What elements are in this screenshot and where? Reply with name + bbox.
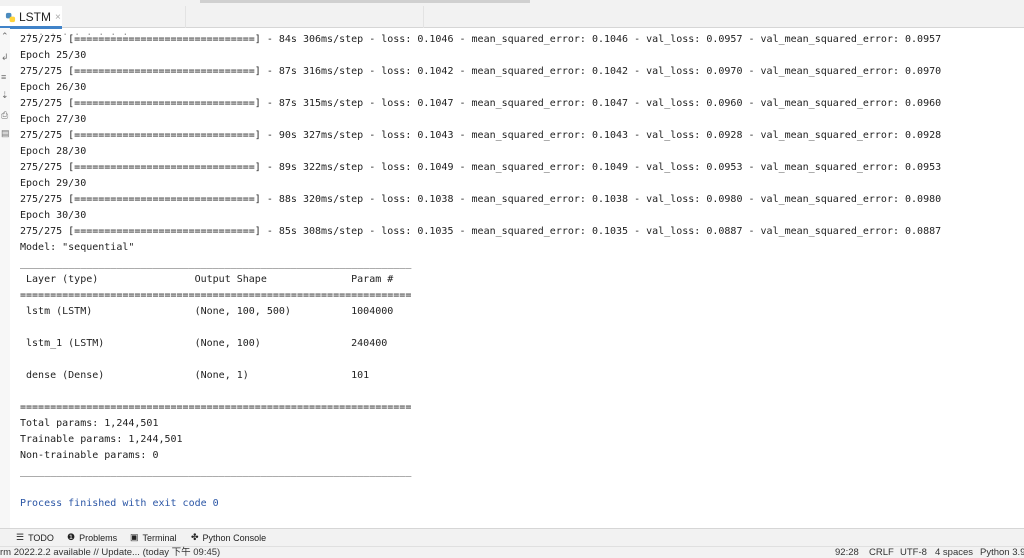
delete-icon[interactable]: ▤ (1, 128, 10, 138)
console-line: ________________________________________… (20, 466, 412, 477)
console-line: Epoch 25/30 (20, 50, 87, 61)
line-ending[interactable]: CRLF (869, 547, 894, 558)
python-icon (5, 12, 16, 22)
console-line: 275/275 [==============================]… (20, 130, 942, 141)
info-icon: ❶ (67, 532, 76, 542)
console-line: 275/275 [==============================]… (20, 162, 942, 173)
console-line: 275/275 [==============================]… (20, 98, 942, 109)
caret-position[interactable]: 92:28 (835, 547, 859, 558)
tool-todo-label: TODO (28, 532, 54, 543)
exit-code-line: Process finished with exit code 0 (20, 498, 219, 509)
console-line: Non-trainable params: 0 (20, 450, 159, 461)
indent-setting[interactable]: 4 spaces (935, 547, 973, 558)
bottom-tool-window-bar: ☰ TODO ❶ Problems ▣ Terminal ✤ Python Co… (0, 528, 1024, 546)
console-line: Total params: 1,244,501 (20, 418, 159, 429)
file-encoding[interactable]: UTF-8 (900, 547, 927, 558)
list-icon: ☰ (16, 532, 25, 542)
scroll-up-icon[interactable]: ⌃ (1, 31, 9, 41)
tab-divider (185, 6, 186, 28)
tab-divider (423, 6, 424, 28)
console-line: Trainable params: 1,244,501 (20, 434, 183, 445)
console-line: ________________________________________… (20, 258, 412, 269)
console-line: Epoch 29/30 (20, 178, 87, 189)
tool-terminal-label: Terminal (142, 532, 177, 543)
python-interpreter[interactable]: Python 3.9 (980, 547, 1024, 558)
run-console-output: . . . . . . . . . 275/275 [=============… (20, 28, 1024, 528)
top-scroll-indicator (200, 0, 530, 3)
tool-python-console[interactable]: ✤ Python Console (191, 532, 266, 543)
console-line: 275/275 [==============================]… (20, 194, 942, 205)
print-icon[interactable]: ⎙ (1, 110, 8, 120)
console-line: ========================================… (20, 402, 412, 413)
console-line: 275/275 [==============================]… (20, 66, 942, 77)
status-bar: rm 2022.2.2 available // Update... (toda… (0, 546, 1024, 558)
tab-label: LSTM (19, 10, 52, 24)
console-line: lstm (LSTM) (None, 100, 500) 1004000 (20, 306, 412, 317)
tool-python-console-label: Python Console (202, 532, 267, 543)
console-line: 275/275 [==============================]… (20, 226, 942, 237)
tool-problems[interactable]: ❶ Problems (67, 532, 117, 543)
console-line: dense (Dense) (None, 1) 101 (20, 370, 412, 381)
tool-problems-label: Problems (79, 532, 118, 543)
python-console-icon: ✤ (191, 532, 199, 542)
soft-wrap-icon[interactable]: ≡ (1, 72, 8, 82)
console-line: Layer (type) Output Shape Param # (20, 274, 412, 285)
console-line: Epoch 26/30 (20, 82, 87, 93)
tool-todo[interactable]: ☰ TODO (16, 532, 54, 543)
wrap-icon[interactable]: ↲ (1, 52, 9, 62)
console-line: 275/275 [==============================]… (20, 34, 942, 45)
console-line: Epoch 30/30 (20, 210, 87, 221)
console-line: ========================================… (20, 290, 412, 301)
close-icon[interactable]: × (55, 12, 61, 23)
console-line: lstm_1 (LSTM) (None, 100) 240400 (20, 338, 412, 349)
terminal-icon: ▣ (130, 532, 139, 542)
console-line: Epoch 28/30 (20, 146, 87, 157)
scroll-to-end-icon[interactable]: ⇣ (1, 90, 9, 100)
update-notification[interactable]: rm 2022.2.2 available // Update... (toda… (0, 547, 220, 558)
console-line: Epoch 27/30 (20, 114, 87, 125)
run-tab-bar: LSTM × (0, 6, 1024, 29)
console-line: Model: "sequential" (20, 242, 135, 253)
tool-terminal[interactable]: ▣ Terminal (130, 532, 177, 543)
tab-lstm[interactable]: LSTM × (0, 6, 62, 29)
console-side-toolbar: ⌃ ↲ ≡ ⇣ ⎙ ▤ (0, 28, 10, 528)
